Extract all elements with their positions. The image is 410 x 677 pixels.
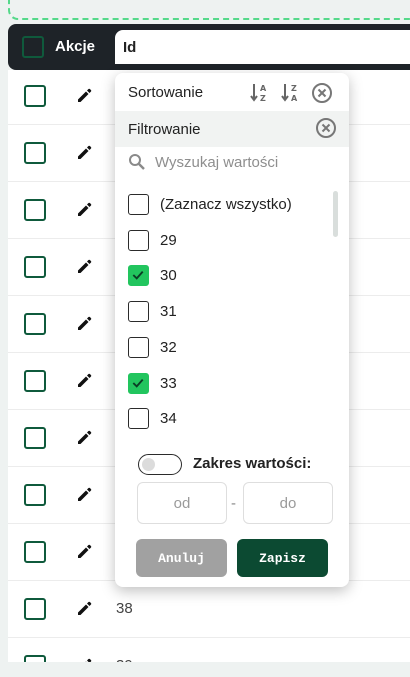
range-separator: - <box>231 495 236 512</box>
range-toggle[interactable] <box>138 454 182 475</box>
edit-pencil-icon[interactable] <box>75 257 93 275</box>
sort-alpha-desc-icon[interactable]: Z A <box>280 81 302 103</box>
clear-sort-icon[interactable] <box>311 82 333 104</box>
row-checkbox[interactable] <box>24 598 46 620</box>
svg-text:Z: Z <box>291 84 297 93</box>
toggle-knob <box>142 457 155 471</box>
edit-pencil-icon[interactable] <box>75 656 93 662</box>
table-row: 38 <box>8 581 410 638</box>
range-to-input[interactable] <box>243 482 333 524</box>
edit-pencil-icon[interactable] <box>75 314 93 332</box>
row-checkbox[interactable] <box>24 541 46 563</box>
save-button[interactable]: Zapisz <box>237 539 328 577</box>
search-icon <box>129 154 145 170</box>
edit-pencil-icon[interactable] <box>75 485 93 503</box>
option-label: (Zaznacz wszystko) <box>160 196 292 213</box>
value-search <box>128 151 338 173</box>
drop-zone-border <box>8 0 410 20</box>
id-column-header[interactable]: Id <box>115 30 410 64</box>
option-checkbox[interactable] <box>128 265 149 287</box>
sort-section-title: Sortowanie <box>128 84 204 101</box>
column-filter-popup: Sortowanie A Z Z A Filtrowanie (Zaznacz … <box>115 73 349 587</box>
row-checkbox[interactable] <box>24 370 46 392</box>
row-checkbox[interactable] <box>24 199 46 221</box>
option-label: 31 <box>160 303 177 321</box>
row-id-cell: 39 <box>116 657 133 662</box>
option-checkbox[interactable] <box>128 194 149 215</box>
edit-pencil-icon[interactable] <box>75 428 93 446</box>
row-checkbox[interactable] <box>24 427 46 449</box>
edit-pencil-icon[interactable] <box>75 371 93 389</box>
filter-section-title: Filtrowanie <box>128 121 201 138</box>
svg-text:A: A <box>291 94 298 103</box>
table-row: 39 <box>8 638 410 662</box>
option-label: 34 <box>160 410 177 428</box>
option-checkbox[interactable] <box>128 372 149 394</box>
row-checkbox[interactable] <box>24 256 46 278</box>
svg-text:Z: Z <box>260 94 266 103</box>
edit-pencil-icon[interactable] <box>75 86 93 104</box>
edit-pencil-icon[interactable] <box>75 143 93 161</box>
edit-pencil-icon[interactable] <box>75 200 93 218</box>
options-scrollbar[interactable] <box>333 191 338 237</box>
search-input[interactable] <box>155 151 335 173</box>
range-from-input[interactable] <box>137 482 227 524</box>
sort-alpha-asc-icon[interactable]: A Z <box>249 81 271 103</box>
option-checkbox[interactable] <box>128 408 149 430</box>
row-checkbox[interactable] <box>24 142 46 164</box>
table-header: Akcje Id <box>8 24 410 70</box>
option-checkbox[interactable] <box>128 301 149 323</box>
option-label: 33 <box>160 374 177 392</box>
actions-column-header: Akcje <box>55 38 96 55</box>
edit-pencil-icon[interactable] <box>75 542 93 560</box>
edit-pencil-icon[interactable] <box>75 599 93 617</box>
cancel-button[interactable]: Anuluj <box>136 539 227 577</box>
option-label: 30 <box>160 267 177 285</box>
option-label: 32 <box>160 338 177 356</box>
row-checkbox[interactable] <box>24 655 46 662</box>
clear-filter-icon[interactable] <box>315 117 337 139</box>
row-checkbox[interactable] <box>24 85 46 107</box>
option-label: 29 <box>160 231 177 249</box>
row-checkbox[interactable] <box>24 313 46 335</box>
select-all-checkbox[interactable] <box>22 36 44 58</box>
row-checkbox[interactable] <box>24 484 46 506</box>
svg-text:A: A <box>260 84 267 93</box>
range-label: Zakres wartości: <box>193 455 312 472</box>
filter-section-header: Filtrowanie <box>115 111 349 147</box>
option-checkbox[interactable] <box>128 229 149 251</box>
option-checkbox[interactable] <box>128 336 149 358</box>
row-id-cell: 38 <box>116 600 133 617</box>
